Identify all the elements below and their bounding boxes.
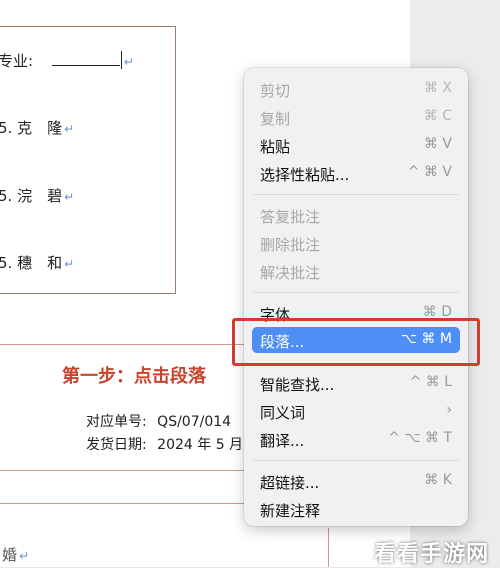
menu-item-label: 超链接... [260,474,320,492]
name-line-1[interactable]: 5. 克 隆 ↵ [0,117,74,138]
paragraph-mark: ↵ [64,122,75,136]
name-line-2[interactable]: 5. 浣 碧 ↵ [0,185,74,206]
menu-item-label: 翻译... [260,432,305,450]
step-title: 第一步：点击段落 [62,366,206,387]
menu-item-label: 智能查找... [260,376,335,394]
menu-item-shortcut: ⌘ C [423,108,452,124]
menu-item-hyperlink[interactable]: 超链接... ⌘ K [252,468,460,494]
paragraph-mark: ↵ [64,257,75,271]
menu-item-cut[interactable]: 剪切 ⌘ X [252,76,460,102]
text-cursor [120,51,122,69]
name-text-2: 5. 浣 碧 [0,187,63,205]
menu-separator [254,292,458,293]
ship-date-value: 2024 年 5 月 [157,437,244,453]
menu-item-label: 答复批注 [260,208,321,226]
menu-item-paste[interactable]: 粘贴 ⌘ V [252,132,460,158]
menu-item-shortcut: ^ ⌘ L [409,374,452,390]
name-text-3: 5. 穗 和 [0,254,63,272]
major-field-line[interactable]: 专业: ↵ [0,50,134,71]
menu-item-copy[interactable]: 复制 ⌘ C [252,104,460,130]
context-menu: 剪切 ⌘ X 复制 ⌘ C 粘贴 ⌘ V 选择性粘贴... ^ ⌘ V 答复批注… [244,68,468,526]
blank-underline [51,53,120,66]
menu-item-shortcut: ^ ⌘ V [407,164,452,180]
menu-separator [254,460,458,461]
menu-item-smart-lookup[interactable]: 智能查找... ^ ⌘ L [252,370,460,396]
name-text-1: 5. 克 隆 [0,119,63,137]
menu-item-reply-comment[interactable]: 答复批注 [252,202,460,228]
order-number-line[interactable]: 对应单号: QS/07/014 [86,411,231,431]
menu-item-shortcut: ⌘ V [423,136,452,152]
ship-date-label: 发货日期: [86,437,147,453]
menu-separator [254,194,458,195]
menu-item-thesaurus[interactable]: 同义词 › [252,398,460,424]
paragraph-mark: ↵ [19,549,30,563]
menu-item-label: 粘贴 [260,138,291,156]
menu-item-delete-comment[interactable]: 删除批注 [252,230,460,256]
menu-item-shortcut: ⌘ K [424,472,452,488]
paragraph-highlight-box [232,318,480,366]
menu-item-label: 新建注释 [260,502,321,520]
paragraph-mark: ↵ [64,190,75,204]
name-line-3[interactable]: 5. 穗 和 ↵ [0,252,74,273]
menu-item-resolve-comment[interactable]: 解决批注 [252,258,460,284]
watermark-logo: 看看手游网 [374,542,490,567]
bottom-line-text[interactable]: 婚 ↵ [2,544,29,565]
menu-item-translate[interactable]: 翻译... ^ ⌥ ⌘ T [252,426,460,452]
menu-item-label: 解决批注 [260,264,321,282]
major-field-label: 专业: [0,52,34,70]
ship-date-line[interactable]: 发货日期: 2024 年 5 月 [86,434,243,454]
menu-item-label: 删除批注 [260,236,321,254]
menu-item-label: 选择性粘贴... [260,166,350,184]
menu-item-paste-special[interactable]: 选择性粘贴... ^ ⌘ V [252,160,460,186]
order-number-label: 对应单号: [86,414,147,430]
bottom-char: 婚 [2,546,18,564]
menu-item-label: 同义词 [260,404,306,422]
chevron-right-icon: › [446,402,452,418]
menu-item-shortcut: ⌘ X [423,80,452,96]
menu-item-shortcut: ^ ⌥ ⌘ T [388,430,452,446]
menu-item-new-comment[interactable]: 新建注释 [252,496,460,522]
menu-item-label: 剪切 [260,82,291,100]
order-number-value: QS/07/014 [157,414,232,430]
page-rule-lower [328,528,329,567]
paragraph-mark: ↵ [123,55,134,69]
menu-item-label: 复制 [260,110,291,128]
